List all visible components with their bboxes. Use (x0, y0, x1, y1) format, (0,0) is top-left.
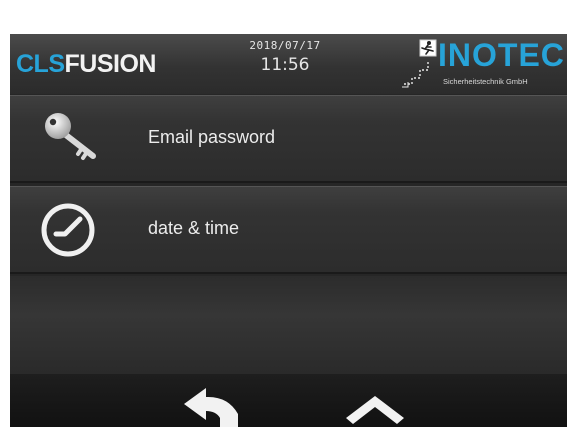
logo-cls-text: CLS (16, 50, 65, 78)
menu-item-label: Email password (148, 127, 276, 147)
clsfusion-logo: CLSFUSION (16, 50, 156, 78)
back-arrow-icon[interactable] (180, 374, 250, 427)
inotec-brand-text: INOTEC (438, 37, 565, 73)
bottom-navigation-bar (10, 374, 567, 427)
inotec-subtitle: Sicherheitstechnik GmbH (443, 77, 528, 86)
header-bar: CLSFUSION 2018/07/17 11:56 INOTEC Sicher… (10, 34, 567, 94)
key-icon (38, 108, 104, 168)
menu-item-email-password[interactable]: Email password (10, 95, 567, 183)
empty-list-area (10, 276, 567, 374)
exit-sign-icon (402, 39, 437, 88)
inotec-logo: INOTEC Sicherheitstechnik GmbH (398, 37, 567, 90)
home-icon[interactable] (340, 374, 410, 427)
menu-item-date-time[interactable]: date & time (10, 186, 567, 274)
datetime-display: 2018/07/17 11:56 (230, 37, 340, 74)
date-text: 2018/07/17 (249, 39, 321, 52)
time-text: 11:56 (260, 55, 310, 75)
clock-icon (38, 199, 104, 265)
device-screen: CLSFUSION 2018/07/17 11:56 INOTEC Sicher… (10, 34, 567, 427)
logo-fusion-text: FUSION (64, 50, 157, 78)
menu-item-label: date & time (148, 218, 240, 238)
